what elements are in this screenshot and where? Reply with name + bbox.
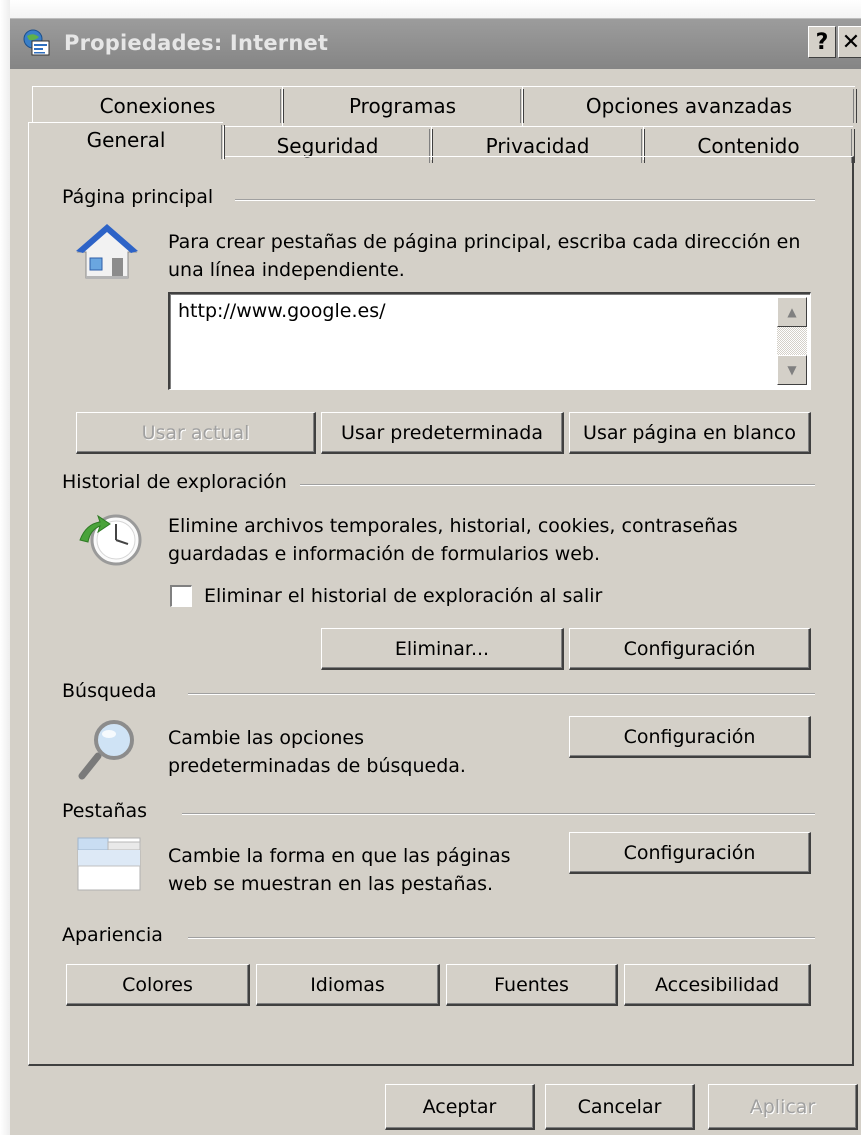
tab-programas[interactable]: Programas xyxy=(282,86,524,126)
tabs-description: Cambie la forma en que las páginas web s… xyxy=(168,845,511,895)
window-title: Propiedades: Internet xyxy=(64,31,329,55)
tabs-group-title: Pestañas xyxy=(62,800,148,822)
history-settings-button[interactable]: Configuración xyxy=(569,628,811,670)
delete-history-on-exit-label[interactable]: Eliminar el historial de exploración al … xyxy=(204,582,602,610)
tab-label: Conexiones xyxy=(99,94,216,118)
tab-privacidad[interactable]: Privacidad xyxy=(431,126,645,163)
divider xyxy=(188,937,815,939)
languages-button[interactable]: Idiomas xyxy=(256,964,440,1006)
divider xyxy=(235,199,815,201)
accessibility-button[interactable]: Accesibilidad xyxy=(624,964,811,1006)
apply-button[interactable]: Aplicar xyxy=(708,1084,858,1130)
tab-label: Programas xyxy=(348,94,457,118)
home-icon xyxy=(76,224,138,279)
use-default-button[interactable]: Usar predeterminada xyxy=(321,412,564,454)
internet-properties-dialog: Propiedades: Internet ? ✕ Conexiones Pro… xyxy=(0,0,861,1135)
ok-button[interactable]: Aceptar xyxy=(385,1084,535,1130)
window-shadow-left xyxy=(0,0,10,1135)
textarea-scrollbar[interactable]: ▲ ▼ xyxy=(777,297,807,385)
tab-opciones-avanzadas[interactable]: Opciones avanzadas xyxy=(522,86,857,126)
tab-seguridad[interactable]: Seguridad xyxy=(223,126,433,163)
close-button[interactable]: ✕ xyxy=(838,26,861,58)
tab-label: Seguridad xyxy=(276,134,379,158)
tab-label: Opciones avanzadas xyxy=(585,94,793,118)
colors-button[interactable]: Colores xyxy=(66,964,250,1006)
appearance-group-title: Apariencia xyxy=(62,924,163,946)
tab-label: General xyxy=(86,128,166,152)
fonts-button[interactable]: Fuentes xyxy=(446,964,618,1006)
history-group-title: Historial de exploración xyxy=(62,471,287,493)
search-description: Cambie las opciones predeterminadas de b… xyxy=(168,727,466,777)
home-page-description: Para crear pestañas de página principal,… xyxy=(168,231,801,281)
tab-row-back: Conexiones Programas Opciones avanzadas xyxy=(32,86,858,126)
delete-history-button[interactable]: Eliminar... xyxy=(321,628,564,670)
search-settings-button[interactable]: Configuración xyxy=(569,716,811,758)
home-page-url-value: http://www.google.es/ xyxy=(178,300,386,322)
tab-contenido[interactable]: Contenido xyxy=(643,126,855,163)
tab-conexiones[interactable]: Conexiones xyxy=(32,86,284,126)
divider xyxy=(300,484,815,486)
title-bar[interactable]: Propiedades: Internet ? ✕ xyxy=(10,18,861,69)
tab-label: Privacidad xyxy=(485,134,590,158)
use-blank-button[interactable]: Usar página en blanco xyxy=(569,412,811,454)
home-page-url-textarea[interactable]: http://www.google.es/ ▲ ▼ xyxy=(168,292,811,390)
search-group-title: Búsqueda xyxy=(62,680,157,702)
history-clock-icon xyxy=(79,514,142,566)
tab-label: Contenido xyxy=(697,134,800,158)
help-button[interactable]: ? xyxy=(808,26,836,58)
tab-general[interactable]: General xyxy=(28,122,225,162)
divider xyxy=(188,693,815,695)
scroll-up-arrow-icon[interactable]: ▲ xyxy=(777,297,807,327)
window-shadow-top xyxy=(0,0,861,18)
cancel-button[interactable]: Cancelar xyxy=(545,1084,695,1130)
divider xyxy=(182,813,815,815)
home-page-group-title: Página principal xyxy=(62,186,214,208)
tabs-settings-button[interactable]: Configuración xyxy=(569,832,811,874)
history-description: Elimine archivos temporales, historial, … xyxy=(168,515,738,565)
scroll-down-arrow-icon[interactable]: ▼ xyxy=(777,355,807,385)
tabs-window-icon xyxy=(77,837,141,891)
use-current-button[interactable]: Usar actual xyxy=(76,412,316,454)
internet-options-icon xyxy=(23,29,50,56)
delete-history-on-exit-checkbox[interactable] xyxy=(170,585,192,607)
search-magnifier-icon xyxy=(78,720,134,780)
